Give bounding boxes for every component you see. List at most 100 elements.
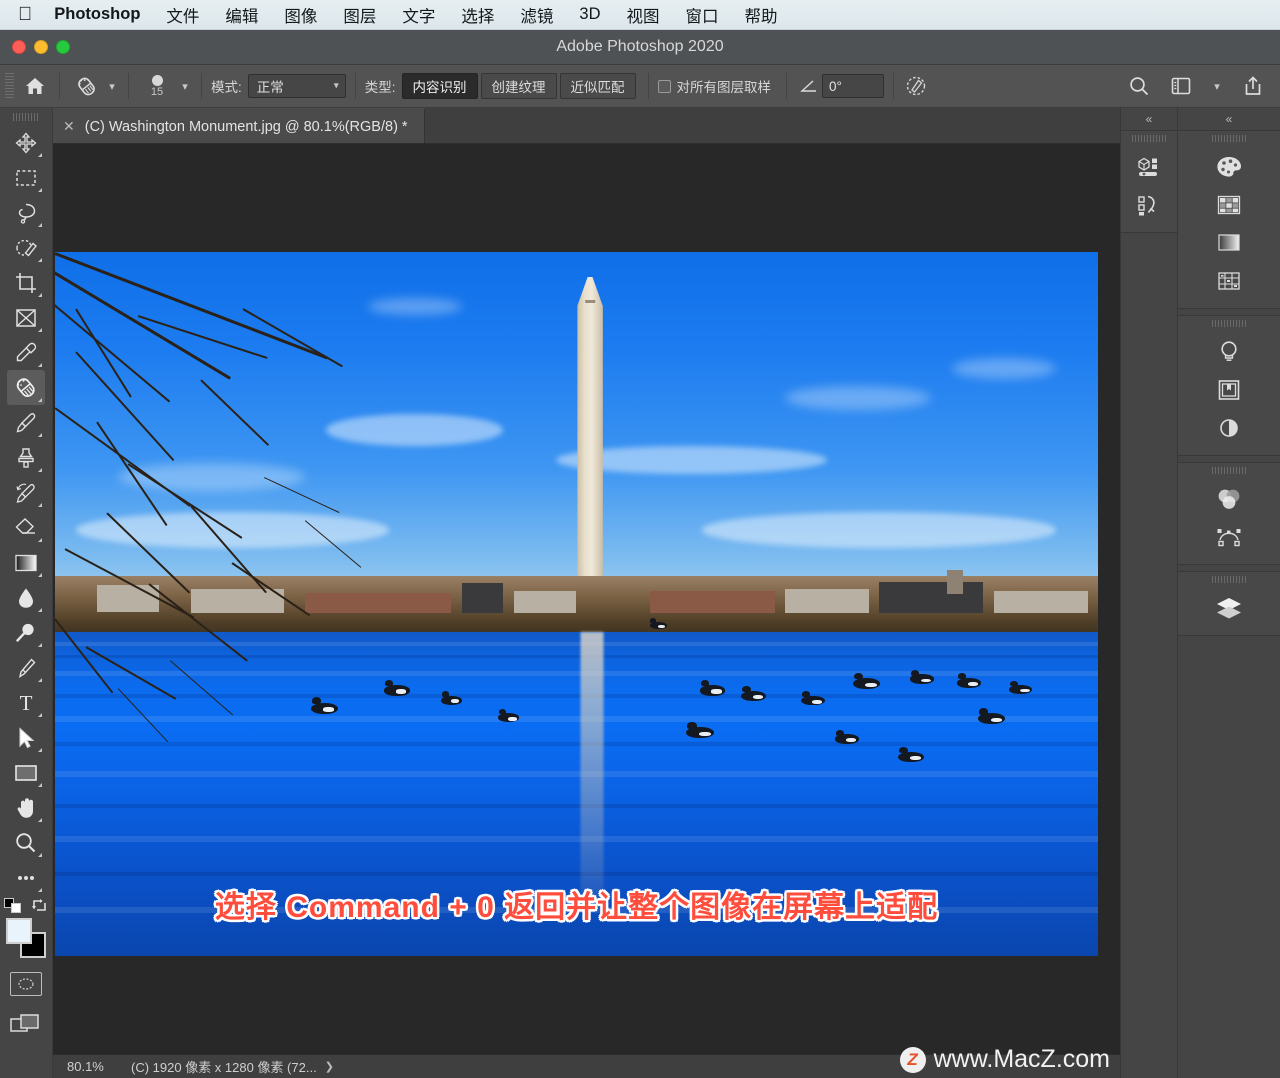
dodge-tool[interactable] — [7, 615, 45, 650]
window-title: Adobe Photoshop 2020 — [556, 38, 724, 55]
chevron-down-icon[interactable]: ▾ — [178, 80, 192, 93]
menu-item-select[interactable]: 选择 — [461, 3, 494, 27]
document-image[interactable]: 选择 Command + 0 返回并让整个图像在屏幕上适配 — [55, 252, 1098, 956]
panel-paths[interactable] — [1178, 518, 1280, 556]
screen-mode-icon[interactable] — [9, 1012, 43, 1038]
tool-preset-picker[interactable]: ▾ — [69, 71, 119, 101]
gradient-tool[interactable] — [7, 545, 45, 580]
pen-tool[interactable] — [7, 650, 45, 685]
chevron-right-icon[interactable]: ❯ — [325, 1060, 334, 1073]
panel-libraries[interactable] — [1178, 371, 1280, 409]
menu-item-edit[interactable]: 编辑 — [225, 3, 258, 27]
crop-tool[interactable] — [7, 265, 45, 300]
clone-stamp-tool[interactable] — [7, 440, 45, 475]
history-brush-tool[interactable] — [7, 475, 45, 510]
menu-item-layer[interactable]: 图层 — [343, 3, 376, 27]
swap-colors-icon[interactable] — [31, 897, 48, 914]
panel-history[interactable] — [1121, 186, 1177, 224]
panel-group-grip[interactable] — [1212, 135, 1246, 142]
document-tab-bar: ✕ (C) Washington Monument.jpg @ 80.1%(RG… — [53, 108, 1120, 144]
apple-logo-icon[interactable]:  — [18, 5, 32, 24]
panel-group-grip[interactable] — [1132, 135, 1166, 142]
chevron-down-icon[interactable]: ▾ — [105, 80, 119, 93]
quick-mask-mode-icon[interactable] — [10, 972, 42, 996]
zoom-tool[interactable] — [7, 825, 45, 860]
panel-swatches[interactable] — [1178, 186, 1280, 224]
close-tab-icon[interactable]: ✕ — [63, 118, 75, 135]
workspace-switcher-icon[interactable] — [1168, 73, 1194, 99]
menu-item-help[interactable]: 帮助 — [745, 3, 778, 27]
foreground-background-swatches[interactable] — [6, 918, 46, 958]
rectangular-marquee-tool[interactable] — [7, 160, 45, 195]
path-selection-tool[interactable] — [7, 720, 45, 755]
panel-layers[interactable] — [1178, 589, 1280, 627]
toolbar-grip[interactable] — [13, 113, 39, 121]
options-bar-grip[interactable] — [5, 73, 14, 99]
panel-properties[interactable] — [1178, 409, 1280, 447]
sample-all-layers-checkbox[interactable] — [657, 79, 671, 93]
duck — [383, 679, 410, 696]
share-export-icon[interactable] — [1240, 73, 1266, 99]
menu-item-photoshop[interactable]: Photoshop — [54, 5, 140, 24]
brush-tool[interactable] — [7, 405, 45, 440]
collapse-panels-icon[interactable]: « — [1178, 108, 1280, 130]
panel-group-grip[interactable] — [1212, 467, 1246, 474]
pressure-for-size-icon[interactable] — [903, 73, 929, 99]
hand-tool[interactable] — [7, 790, 45, 825]
tool-group-indicator — [38, 573, 42, 577]
eyedropper-tool[interactable] — [7, 335, 45, 370]
menu-item-filter[interactable]: 滤镜 — [520, 3, 553, 27]
sample-all-layers-control[interactable]: 对所有图层取样 — [657, 76, 778, 96]
brush-angle-control: 0° — [796, 73, 885, 99]
frame-tool[interactable] — [7, 300, 45, 335]
eraser-tool[interactable] — [7, 510, 45, 545]
brush-preset-picker[interactable]: 15 ▾ — [138, 69, 192, 103]
blur-tool[interactable] — [7, 580, 45, 615]
blend-mode-control: 模式: 正常 ▾ — [211, 74, 346, 98]
menu-item-file[interactable]: 文件 — [166, 3, 199, 27]
blend-mode-select[interactable]: 正常 — [247, 74, 346, 98]
tool-group-indicator — [38, 363, 42, 367]
foreground-color-swatch[interactable] — [6, 918, 32, 944]
default-foreground-background-icon[interactable] — [4, 898, 21, 913]
rectangle-tool[interactable] — [7, 755, 45, 790]
edit-toolbar-tool[interactable] — [7, 860, 45, 895]
menu-item-window[interactable]: 窗口 — [686, 3, 719, 27]
search-icon[interactable] — [1126, 73, 1152, 99]
panel-group-grip[interactable] — [1212, 576, 1246, 583]
menu-item-image[interactable]: 图像 — [284, 3, 317, 27]
document-tab[interactable]: ✕ (C) Washington Monument.jpg @ 80.1%(RG… — [53, 108, 425, 143]
zoom-level[interactable]: 80.1% — [67, 1059, 113, 1074]
canvas-area[interactable]: 选择 Command + 0 返回并让整个图像在屏幕上适配 — [53, 144, 1120, 1054]
menu-item-3d[interactable]: 3D — [579, 5, 600, 24]
menu-item-type[interactable]: 文字 — [402, 3, 435, 27]
lasso-tool[interactable] — [7, 195, 45, 230]
quick-selection-tool[interactable] — [7, 230, 45, 265]
panel-adjustments[interactable] — [1178, 333, 1280, 371]
panel-3d[interactable] — [1121, 148, 1177, 186]
move-tool[interactable] — [7, 125, 45, 160]
traffic-lights — [12, 40, 70, 54]
panel-channels[interactable] — [1178, 480, 1280, 518]
close-traffic-light-icon[interactable] — [12, 40, 26, 54]
panel-patterns[interactable] — [1178, 262, 1280, 300]
type-tool[interactable]: T — [7, 685, 45, 720]
minimize-traffic-light-icon[interactable] — [34, 40, 48, 54]
menu-item-view[interactable]: 视图 — [627, 3, 660, 27]
brush-angle-input[interactable]: 0° — [822, 74, 885, 98]
type-button-proximity-match[interactable]: 近似匹配 — [559, 73, 636, 99]
healing-type-segmented-buttons: 内容识别 创建纹理 近似匹配 — [401, 73, 639, 99]
type-button-create-texture[interactable]: 创建纹理 — [480, 73, 557, 99]
chevron-down-icon[interactable]: ▾ — [1210, 80, 1224, 93]
panel-group-grip[interactable] — [1212, 320, 1246, 327]
document-size-info[interactable]: (C) 1920 像素 x 1280 像素 (72... ❯ — [131, 1057, 334, 1076]
collapse-panels-icon[interactable]: « — [1121, 108, 1177, 130]
spot-healing-brush-tool[interactable] — [7, 370, 45, 405]
watermark: Z www.MacZ.com — [899, 1045, 1110, 1074]
divider — [354, 73, 356, 99]
home-icon[interactable] — [20, 72, 50, 100]
zoom-traffic-light-icon[interactable] — [56, 40, 70, 54]
panel-gradients[interactable] — [1178, 224, 1280, 262]
panel-color[interactable] — [1178, 148, 1280, 186]
type-button-content-aware[interactable]: 内容识别 — [401, 73, 478, 99]
